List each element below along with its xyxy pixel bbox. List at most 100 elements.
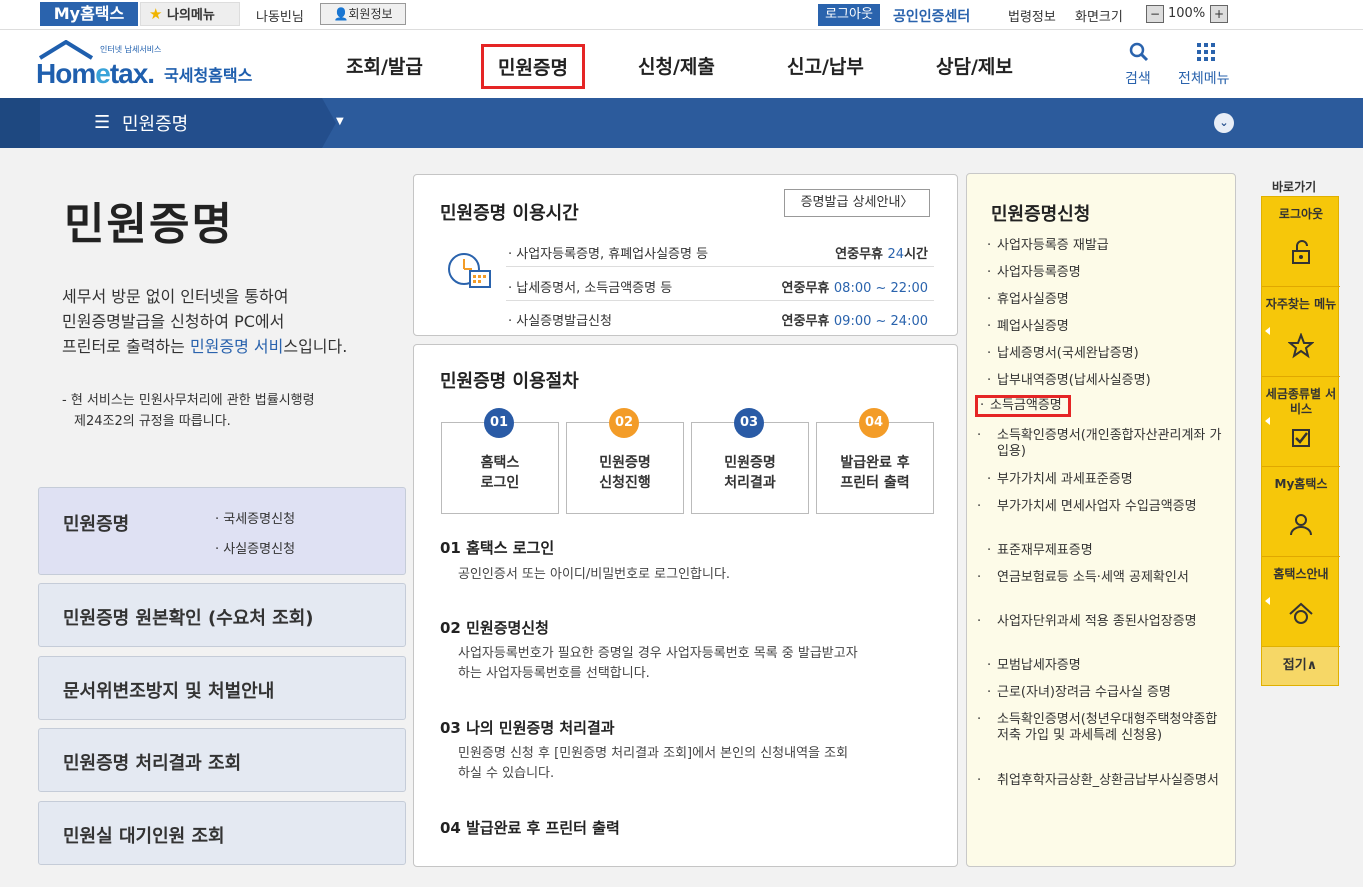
apply-item[interactable]: · 납세증명서(국세완납증명): [987, 346, 1223, 362]
caret-down-icon: ▼: [336, 116, 344, 127]
result-inquiry-box[interactable]: 민원증명 처리결과 조회: [38, 728, 406, 792]
logo-wordmark: Hometax.: [36, 58, 155, 90]
step1-body: 공인인증서 또는 아이디/비밀번호로 로그인합니다.: [458, 567, 731, 582]
detail-guide-button[interactable]: 증명발급 상세안내〉: [784, 189, 930, 217]
nav-civil-certificate[interactable]: 민원증명: [481, 44, 585, 89]
apply-item[interactable]: · 납부내역증명(납세사실증명): [987, 373, 1223, 389]
quick-collapse-button[interactable]: 접기∧: [1261, 646, 1339, 686]
legal-note: - 현 서비스는 민원사무처리에 관한 법률시행령 제24조2의 규정을 따릅니…: [62, 390, 382, 432]
hours-row: · 사실증명발급신청 연중무휴 09:00 ~ 24:00: [506, 302, 934, 334]
apply-item-label: 납세증명서(국세완납증명): [997, 346, 1139, 361]
apply-item[interactable]: · 모범납세자증명: [987, 658, 1223, 674]
apply-item-label: 취업후학자금상환_상환금납부사실증명서: [997, 773, 1219, 788]
unlock-icon: [1292, 240, 1310, 264]
my-menu-label: 나의메뉴: [166, 8, 215, 23]
original-check-box[interactable]: 민원증명 원본확인 (수요처 조회): [38, 583, 406, 647]
apply-item[interactable]: · 연금보험료등 소득·세액 공제확인서: [977, 570, 1223, 586]
apply-title: 민원증명신청: [991, 204, 1091, 225]
step2-heading: 02 민원증명신청: [440, 619, 549, 637]
nav-inquiry[interactable]: 조회/발급: [346, 52, 423, 79]
step4-heading: 04 발급완료 후 프린터 출력: [440, 819, 620, 837]
step-label-line: 프린터 출력: [840, 475, 910, 491]
my-menu-button[interactable]: ★ 나의메뉴: [140, 2, 240, 26]
apply-item[interactable]: · 사업자등록증 재발급: [987, 238, 1223, 254]
apply-item[interactable]: · 근로(자녀)장려금 수급사실 증명: [987, 685, 1223, 701]
search-icon[interactable]: [1124, 42, 1154, 66]
desc-line-2: 민원증명발급을 신청하여 PC에서: [62, 312, 285, 331]
person-icon: [1290, 514, 1312, 536]
logo-part-a: Hom: [36, 58, 96, 89]
desc-line-1: 세무서 방문 없이 인터넷을 통하여: [62, 287, 289, 306]
waiting-count-box[interactable]: 민원실 대기인원 조회: [38, 801, 406, 865]
zoom-out-button[interactable]: −: [1146, 5, 1164, 23]
quick-tax-service[interactable]: 세금종류별 서비스: [1262, 377, 1340, 467]
forgery-prevention-box[interactable]: 문서위변조방지 및 처벌안내: [38, 656, 406, 720]
step-label: 민원증명 신청진행: [567, 453, 683, 493]
desc-line-3c: 스입니다.: [283, 337, 348, 356]
hamburger-icon: ☰: [94, 112, 111, 133]
apply-item-label: 연금보험료등 소득·세액 공제확인서: [997, 570, 1189, 585]
quick-item-label: My홈택스: [1274, 477, 1328, 491]
apply-item[interactable]: · 소득확인증명서(청년우대형주택청약종합저축 가입 및 과세특례 신청용): [977, 712, 1223, 744]
nav-report-payment[interactable]: 신고/납부: [787, 52, 864, 79]
page-title: 민원증명: [64, 199, 234, 250]
quick-menu-heading: 바로가기: [1272, 180, 1317, 194]
chevron-down-icon[interactable]: ⌄: [1214, 113, 1234, 133]
apply-item-label: 소득금액증명: [990, 398, 1062, 413]
apply-item[interactable]: · 사업자등록증명: [987, 265, 1223, 281]
apply-item[interactable]: · 취업후학자금상환_상환금납부사실증명서: [977, 773, 1223, 789]
hours-suffix: 시간: [904, 247, 928, 262]
nav-application[interactable]: 신청/제출: [638, 52, 715, 79]
section-dropdown[interactable]: ☰ 민원증명 ▼: [40, 98, 344, 148]
apply-item-label: 소득확인증명서(개인종합자산관리계좌 가입용): [997, 428, 1222, 459]
step-number: 04: [859, 408, 889, 438]
quick-item-label: 홈택스안내: [1273, 567, 1329, 581]
step-label: 민원증명 처리결과: [692, 453, 808, 493]
quick-hometax-guide[interactable]: 홈택스안내: [1262, 557, 1340, 647]
apply-item[interactable]: · 부가가치세 과세표준증명: [987, 472, 1223, 488]
arrow-left-icon: [1265, 597, 1270, 605]
my-hometax-button[interactable]: My홈택스: [40, 2, 138, 26]
desc-highlight: 민원증명 서비: [189, 337, 284, 356]
apply-item[interactable]: · 휴업사실증명: [987, 292, 1223, 308]
arrow-left-icon: [1265, 327, 1270, 335]
user-name: 나동빈님: [256, 10, 304, 25]
user-icon: 👤: [333, 7, 349, 21]
tax-cert-link[interactable]: · 국세증명신청: [215, 508, 295, 527]
member-info-button[interactable]: 👤회원정보: [320, 3, 406, 25]
step3-body-line: 민원증명 신청 후 [민원증명 처리결과 조회]에서 본인의 신청내역을 조회: [458, 746, 849, 761]
arrow-left-icon: [1265, 417, 1270, 425]
apply-item[interactable]: · 표준재무제표증명: [987, 543, 1223, 559]
step-label-line: 신청진행: [599, 475, 651, 491]
fact-cert-link[interactable]: · 사실증명신청: [215, 538, 295, 557]
step1-heading: 01 홈택스 로그인: [440, 539, 555, 557]
grid-menu-icon[interactable]: [1196, 42, 1216, 66]
hours-row-label: · 사업자등록증명, 휴폐업사실증명 등: [508, 247, 709, 262]
quick-logout[interactable]: 로그아웃: [1262, 197, 1340, 287]
apply-item[interactable]: · 사업자단위과세 적용 종된사업장증명: [977, 614, 1223, 630]
quick-my-hometax[interactable]: My홈택스: [1262, 467, 1340, 557]
search-label[interactable]: 검색: [1125, 68, 1151, 88]
hometax-logo[interactable]: 인터넷 납세서비스 Hometax. 국세청홈택스: [36, 40, 266, 90]
zoom-level: 100%: [1168, 6, 1206, 21]
all-menu-label[interactable]: 전체메뉴: [1178, 68, 1230, 88]
law-info-link[interactable]: 법령정보: [1008, 6, 1056, 25]
apply-item-label: 부가가치세 면세사업자 수입금액증명: [997, 499, 1197, 514]
step2-body: 사업자등록번호가 필요한 증명일 경우 사업자등록번호 목록 중 발급받고자 하는…: [458, 644, 928, 684]
apply-item[interactable]: · 소득확인증명서(개인종합자산관리계좌 가입용): [977, 428, 1223, 460]
quick-favorites[interactable]: 자주찾는 메뉴: [1262, 287, 1340, 377]
nav-consult[interactable]: 상담/제보: [936, 52, 1013, 79]
result-inquiry-label: 민원증명 처리결과 조회: [63, 753, 242, 774]
logo-korean: 국세청홈택스: [164, 66, 253, 85]
logo-tagline: 인터넷 납세서비스: [100, 45, 162, 54]
zoom-in-button[interactable]: +: [1210, 5, 1228, 23]
civil-certificate-box-title[interactable]: 민원증명: [63, 510, 129, 536]
step3-body: 민원증명 신청 후 [민원증명 처리결과 조회]에서 본인의 신청내역을 조회 하…: [458, 744, 928, 784]
logout-button[interactable]: 로그아웃: [818, 4, 880, 26]
apply-item[interactable]: · 부가가치세 면세사업자 수입금액증명: [977, 499, 1223, 515]
apply-item-label: 근로(자녀)장려금 수급사실 증명: [997, 685, 1171, 700]
logo-part-e: e: [95, 58, 111, 89]
apply-item[interactable]: · 폐업사실증명: [987, 319, 1223, 335]
cert-center-link[interactable]: 공인인증센터: [893, 6, 970, 26]
apply-item-income-cert[interactable]: · 소득금액증명: [975, 395, 1071, 417]
